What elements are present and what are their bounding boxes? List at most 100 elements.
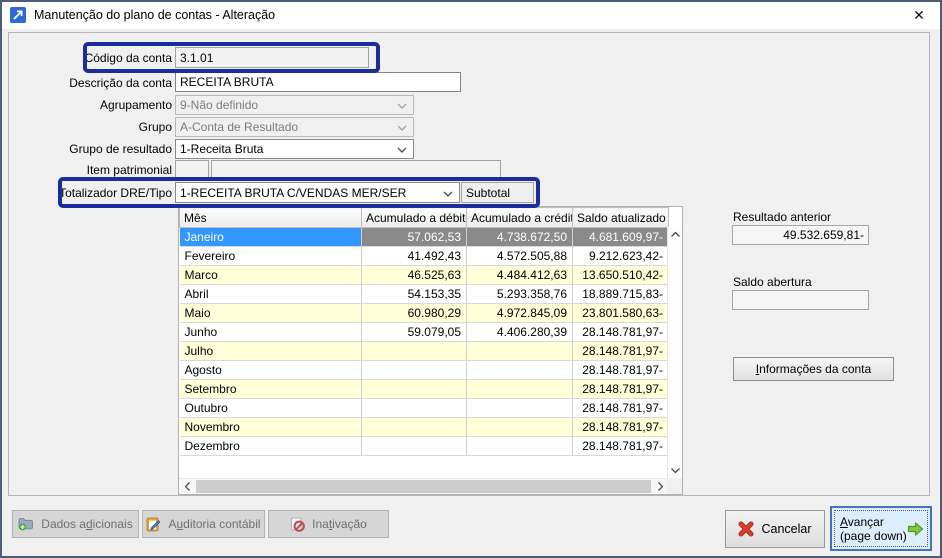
cell-saldo: 23.801.580,63- [573, 304, 669, 323]
cell-mes: Dezembro [180, 437, 362, 456]
cell-mes: Agosto [180, 361, 362, 380]
vertical-scrollbar[interactable] [667, 227, 682, 478]
table-row[interactable]: Agosto 28.148.781,97- [180, 361, 669, 380]
item-patrimonial-label: Item patrimonial [12, 163, 172, 178]
column-header-mes[interactable]: Mês [180, 208, 362, 228]
cell-saldo: 9.212.623,42- [573, 247, 669, 266]
cell-saldo: 13.650.510,42- [573, 266, 669, 285]
descricao-label: Descrição da conta [12, 76, 172, 91]
table-row[interactable]: Janeiro57.062,534.738.672,504.681.609,97… [180, 228, 669, 247]
scroll-down-icon[interactable] [668, 463, 683, 478]
column-header-saldo[interactable]: Saldo atualizado [573, 208, 669, 228]
cell-credito: 5.293.358,76 [467, 285, 573, 304]
chevron-down-icon [397, 142, 407, 156]
cell-debito: 41.492,43 [362, 247, 467, 266]
cancelar-button[interactable]: Cancelar [725, 510, 825, 548]
inativacao-button[interactable]: Inativação [268, 510, 389, 538]
column-header-debito[interactable]: Acumulado a débito [362, 208, 467, 228]
scroll-right-icon[interactable] [652, 479, 668, 494]
cell-debito: 60.980,29 [362, 304, 467, 323]
agrupamento-label: Agrupamento [12, 98, 172, 113]
totalizador-select[interactable]: 1-RECEITA BRUTA C/VENDAS MER/SER [175, 182, 460, 203]
column-header-credito[interactable]: Acumulado a crédito [467, 208, 573, 228]
horizontal-scroll-thumb[interactable] [196, 480, 651, 493]
scroll-up-icon[interactable] [668, 227, 683, 242]
cancelar-label: Cancelar [761, 522, 811, 536]
cell-mes: Abril [180, 285, 362, 304]
cell-credito [467, 342, 573, 361]
codigo-label: Código da conta [12, 51, 172, 66]
saldo-abertura-field[interactable] [732, 290, 869, 310]
cell-saldo: 4.681.609,97- [573, 228, 669, 247]
table-row[interactable]: Dezembro28.148.781,97- [180, 437, 669, 456]
cell-credito: 4.572.505,88 [467, 247, 573, 266]
title-bar: Manutenção do plano de contas - Alteraçã… [2, 2, 940, 29]
cell-mes: Maio [180, 304, 362, 323]
table-row[interactable]: Fevereiro41.492,434.572.505,889.212.623,… [180, 247, 669, 266]
resultado-anterior-field: 49.532.659,81- [732, 225, 869, 245]
auditoria-contabil-button[interactable]: Auditoria contábil [142, 510, 265, 538]
cell-saldo: 18.889.715,83- [573, 285, 669, 304]
avancar-label: Avançar [840, 515, 907, 529]
informacoes-da-conta-label: Informações da conta [756, 362, 871, 376]
cell-credito [467, 399, 573, 418]
informacoes-da-conta-button[interactable]: Informações da conta [733, 357, 894, 381]
table-row[interactable]: Junho59.079,054.406.280,3928.148.781,97- [180, 323, 669, 342]
grupo-select: A-Conta de Resultado [175, 117, 414, 137]
cell-saldo: 28.148.781,97- [573, 418, 669, 437]
cell-credito: 4.972.845,09 [467, 304, 573, 323]
cell-debito: 57.062,53 [362, 228, 467, 247]
cell-mes: Junho [180, 323, 362, 342]
cell-credito [467, 418, 573, 437]
months-grid: Mês Acumulado a débito Acumulado a crédi… [178, 206, 683, 495]
scrollbar-corner [667, 478, 682, 494]
table-row[interactable]: Setembro28.148.781,97- [180, 380, 669, 399]
cell-mes: Novembro [180, 418, 362, 437]
cell-mes: Janeiro [180, 228, 362, 247]
cell-debito: 59.079,05 [362, 323, 467, 342]
chevron-down-icon [397, 98, 407, 112]
totalizador-value: 1-RECEITA BRUTA C/VENDAS MER/SER [180, 186, 406, 200]
descricao-field[interactable]: RECEITA BRUTA [175, 72, 461, 92]
table-row[interactable]: Maio60.980,294.972.845,0923.801.580,63- [180, 304, 669, 323]
clipboard-pencil-icon [146, 517, 161, 532]
cell-credito: 4.738.672,50 [467, 228, 573, 247]
window-title: Manutenção do plano de contas - Alteraçã… [34, 2, 275, 29]
cell-debito [362, 399, 467, 418]
horizontal-scrollbar[interactable] [179, 478, 668, 494]
avancar-button[interactable]: Avançar (page down) [830, 506, 932, 551]
red-x-icon [738, 521, 754, 537]
grupo-resultado-select[interactable]: 1-Receita Bruta [175, 139, 414, 159]
codigo-field[interactable]: 3.1.01 [175, 47, 369, 68]
table-row[interactable]: Abril54.153,355.293.358,7618.889.715,83- [180, 285, 669, 304]
dados-adicionais-label: Dados adicionais [41, 517, 132, 531]
totalizador-tipo-field: Subtotal [461, 182, 534, 203]
scroll-left-icon[interactable] [179, 479, 195, 494]
cell-saldo: 28.148.781,97- [573, 399, 669, 418]
table-row[interactable]: Marco46.525,634.484.412,6313.650.510,42- [180, 266, 669, 285]
prohibition-icon [290, 517, 305, 532]
close-icon[interactable]: ✕ [898, 2, 940, 29]
dados-adicionais-button[interactable]: Dados adicionais [12, 510, 139, 538]
grupo-label: Grupo [12, 120, 172, 135]
cell-saldo: 28.148.781,97- [573, 361, 669, 380]
green-arrow-right-icon [907, 521, 924, 537]
cell-mes: Setembro [180, 380, 362, 399]
cell-debito: 46.525,63 [362, 266, 467, 285]
cell-debito [362, 361, 467, 380]
item-patrimonial-code-field[interactable] [175, 160, 209, 179]
agrupamento-value: 9-Não definido [180, 98, 258, 112]
cell-mes: Fevereiro [180, 247, 362, 266]
folder-plus-icon [18, 517, 34, 531]
dialog-window: Manutenção do plano de contas - Alteraçã… [0, 0, 942, 558]
table-row[interactable]: Novembro 28.148.781,97- [180, 418, 669, 437]
cell-mes: Marco [180, 266, 362, 285]
agrupamento-select: 9-Não definido [175, 95, 414, 115]
table-row[interactable]: Outubro28.148.781,97- [180, 399, 669, 418]
table-row[interactable]: Julho28.148.781,97- [180, 342, 669, 361]
cell-debito [362, 380, 467, 399]
cell-debito [362, 418, 467, 437]
item-patrimonial-desc-field[interactable] [211, 160, 501, 179]
chevron-down-icon [443, 186, 453, 200]
inativacao-label: Inativação [312, 517, 367, 531]
